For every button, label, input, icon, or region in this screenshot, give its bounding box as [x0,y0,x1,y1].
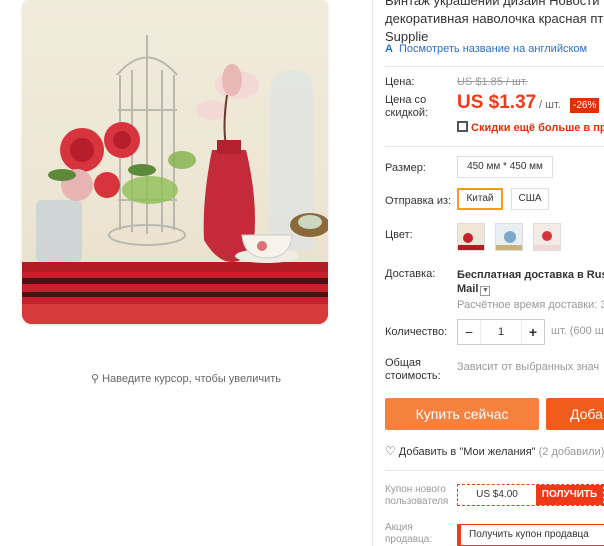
new-user-coupon: US $4.00 ПОЛУЧИТЬ [457,484,604,506]
quantity-stepper: − 1 + [457,319,545,345]
seller-promo-label: Акция продавца: [385,522,433,545]
add-to-wishlist-link[interactable]: ♡ Добавить в "Мои желания" (2 добавили) [385,444,604,458]
qr-code-icon [457,121,468,132]
zoom-hint: ⚲ Наведите курсор, чтобы увеличить [91,373,281,385]
discount-badge: -26% [570,98,600,113]
buy-now-button[interactable]: Купить сейчас [385,398,539,430]
quantity-label: Количество: [385,326,448,338]
size-option[interactable]: 450 мм * 450 мм [457,156,553,178]
divider [385,146,604,147]
total-label: Общая стоимость: [385,357,441,382]
quantity-available: шт. (600 шт [551,325,604,337]
heart-icon: ♡ [385,444,396,458]
original-price: US $1.85 / шт. [457,76,528,88]
product-image-area: ⚲ Наведите курсор, чтобы увеличить [0,0,372,546]
per-unit-label: / шт. [539,99,561,111]
get-coupon-button[interactable]: ПОЛУЧИТЬ [536,485,603,505]
color-swatch[interactable] [533,223,561,251]
color-label: Цвет: [385,229,413,241]
ship-from-option-usa[interactable]: США [511,188,549,210]
app-promo-link[interactable]: Скидки ещё больше в прил [457,121,604,134]
delivery-method-select[interactable]: Mail ▼ [457,283,491,296]
price-label: Цена: [385,76,415,88]
ship-from-label: Отправка из: [385,195,452,207]
delivery-method: Бесплатная доставка в Russi [457,269,604,281]
ship-from-option-china[interactable]: Китай [457,188,503,210]
divider [385,66,604,67]
quantity-increase-button[interactable]: + [522,320,544,344]
product-image[interactable] [22,0,328,324]
get-seller-coupon-button[interactable]: Получить купон продавца [457,524,604,546]
magnifier-icon: ⚲ [91,373,100,385]
product-info-panel: Винтаж украшений дизайн Новости декорати… [385,0,604,546]
column-divider [372,0,373,546]
chevron-down-icon: ▼ [480,286,491,296]
quantity-decrease-button[interactable]: − [458,320,480,344]
coupon-amount: US $4.00 [476,489,518,500]
discount-price-label: Цена со скидкой: [385,94,429,119]
product-title-line: Винтаж украшений дизайн Новости [385,0,600,8]
discount-price: US $1.37 [457,92,537,113]
quantity-input[interactable]: 1 [480,320,522,344]
add-to-cart-button[interactable]: Доба [546,398,604,430]
total-value: Зависит от выбранных знач [457,361,600,373]
size-label: Размер: [385,162,426,174]
product-title-line: декоративная наволочка красная пт [385,11,604,26]
new-user-coupon-label: Купон нового пользователя [385,484,449,507]
color-swatch[interactable] [495,223,523,251]
divider [385,470,604,471]
translate-title-link[interactable]: A Посмотреть название на английском [385,43,587,55]
delivery-estimate: Расчётное время доставки: 30 [457,299,604,311]
delivery-label: Доставка: [385,268,436,280]
wishlist-count: (2 добавили) [538,446,604,458]
translate-icon: A [385,43,393,55]
color-swatch[interactable] [457,223,485,251]
product-title: Винтаж украшений дизайн Новости декорати… [385,0,604,46]
